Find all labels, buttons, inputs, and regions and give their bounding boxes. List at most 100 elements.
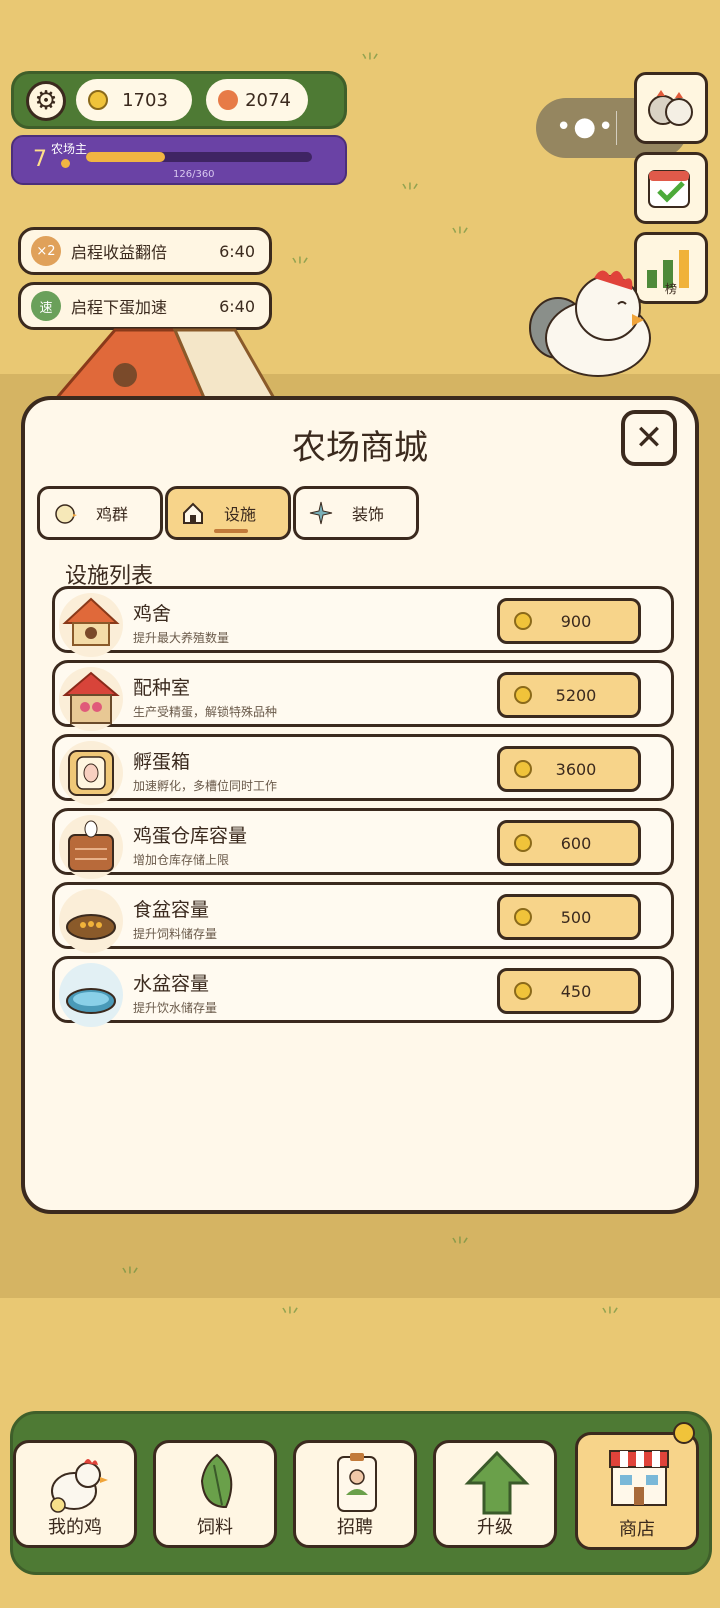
- buy-button[interactable]: 900: [497, 598, 641, 644]
- grass-icon: ⺌: [450, 224, 470, 248]
- farm-house-roof: [55, 328, 277, 400]
- level-title: 农场主: [51, 142, 88, 156]
- coop-icon: [59, 593, 123, 657]
- tab-active-indicator: [214, 529, 248, 533]
- nav-recruit[interactable]: 招聘: [293, 1440, 417, 1548]
- item-name: 配种室: [133, 677, 191, 699]
- item-price: 900: [560, 611, 592, 631]
- grass-icon: ⺌: [400, 180, 420, 204]
- item-description: 提升最大养殖数量: [133, 631, 230, 645]
- gem-icon: [218, 90, 238, 110]
- grass-icon: ⺌: [450, 1234, 470, 1258]
- water-bowl-icon: [59, 963, 123, 1027]
- xp-text: 126/360: [173, 169, 215, 180]
- item-description: 生产受精蛋，解锁特殊品种: [133, 705, 278, 719]
- ranking-label: 榜: [664, 282, 677, 296]
- chicken-icon: [50, 1459, 108, 1513]
- nav-label: 我的鸡: [48, 1517, 102, 1538]
- bottom-navigation: 我的鸡 饲料 招聘 升级 商店: [10, 1411, 712, 1575]
- item-price: 500: [560, 907, 592, 927]
- coin-icon: [88, 90, 108, 110]
- item-description: 增加仓库存储上限: [133, 853, 230, 867]
- tab-decorations[interactable]: 装饰: [293, 486, 419, 540]
- level-marker-dot: [61, 159, 70, 168]
- checkin-button[interactable]: [634, 152, 708, 224]
- coin-icon: [514, 834, 532, 852]
- nav-label: 商店: [619, 1519, 655, 1540]
- nav-label: 招聘: [337, 1517, 373, 1538]
- nav-label: 饲料: [197, 1517, 233, 1538]
- buff-label: 启程收益翻倍: [71, 243, 168, 262]
- tab-label: 设施: [223, 505, 256, 524]
- speed-icon: 速: [31, 291, 61, 321]
- gem-counter: 2074: [206, 79, 308, 121]
- coin-icon: [514, 908, 532, 926]
- up-arrow-icon: [464, 1451, 530, 1515]
- incubator-icon: [59, 741, 123, 805]
- item-name: 食盆容量: [133, 899, 210, 921]
- coin-icon: [514, 982, 532, 1000]
- double-income-icon: ×2: [31, 236, 61, 266]
- nav-my-chickens[interactable]: 我的鸡: [13, 1440, 137, 1548]
- calendar-check-icon: [648, 170, 690, 208]
- capsule-divider: [616, 111, 617, 145]
- grass-icon: ⺌: [280, 1304, 300, 1328]
- shop-item-coop: 鸡舍 提升最大养殖数量 900: [52, 586, 674, 657]
- item-description: 加速孵化，多槽位同时工作: [133, 779, 278, 793]
- buff-timer: 6:40: [219, 241, 255, 261]
- tab-facilities[interactable]: 设施: [165, 486, 291, 540]
- item-price: 450: [560, 981, 592, 1001]
- level-bar[interactable]: 7 农场主 126/360: [11, 135, 347, 185]
- coin-counter: 1703: [76, 79, 192, 121]
- chicken-icon: [529, 270, 651, 377]
- house-icon: [180, 500, 206, 526]
- buy-button[interactable]: 3600: [497, 746, 641, 792]
- coin-amount: 1703: [122, 89, 168, 111]
- nav-feed[interactable]: 饲料: [153, 1440, 277, 1548]
- chicken-group-button[interactable]: [634, 72, 708, 144]
- item-name: 鸡蛋仓库容量: [133, 825, 248, 847]
- more-icon[interactable]: •●•: [556, 112, 615, 142]
- buff-timer: 6:40: [219, 296, 255, 316]
- coin-icon: [514, 612, 532, 630]
- buff-double-income[interactable]: ×2 启程收益翻倍 6:40: [18, 227, 272, 275]
- buy-button[interactable]: 450: [497, 968, 641, 1014]
- xp-progress-fill: [86, 152, 166, 162]
- item-name: 孵蛋箱: [133, 751, 191, 773]
- settings-gear-icon[interactable]: ⚙: [26, 81, 66, 121]
- tab-label: 装饰: [351, 505, 384, 524]
- nav-upgrade[interactable]: 升级: [433, 1440, 557, 1548]
- nav-store[interactable]: 商店: [575, 1432, 699, 1550]
- shop-modal: 农场商城 ✕ 鸡群 设施 装饰 设施列表 鸡舍 提升最大养殖数量 900 配种室: [21, 396, 699, 1214]
- buy-button[interactable]: 5200: [497, 672, 641, 718]
- chicken-group-icon: [648, 90, 693, 126]
- grass-icon: ⺌: [360, 50, 380, 74]
- buy-button[interactable]: 600: [497, 820, 641, 866]
- close-icon[interactable]: ✕: [621, 410, 677, 466]
- leaf-icon: [200, 1453, 233, 1509]
- grass-icon: ⺌: [600, 1304, 620, 1328]
- buff-label: 启程下蛋加速: [71, 298, 168, 317]
- nav-label: 升级: [477, 1517, 513, 1538]
- coin-icon: [514, 760, 532, 778]
- resource-bar: ⚙ 1703 2074: [11, 71, 347, 129]
- item-name: 鸡舍: [133, 603, 172, 625]
- xp-progress-track: [86, 152, 312, 162]
- modal-title: 农场商城: [292, 428, 428, 468]
- shop-item-breeding-room: 配种室 生产受精蛋，解锁特殊品种 5200: [52, 660, 674, 731]
- item-price: 5200: [555, 685, 597, 705]
- store-icon: [609, 1450, 669, 1506]
- shop-item-water-bowl: 水盆容量 提升饮水储存量 450: [52, 956, 674, 1027]
- chick-icon: [52, 500, 78, 526]
- buy-button[interactable]: 500: [497, 894, 641, 940]
- coin-icon: [514, 686, 532, 704]
- item-description: 提升饲料储存量: [133, 927, 218, 941]
- store-coin-badge-icon: [673, 1422, 695, 1444]
- item-price: 3600: [555, 759, 597, 779]
- grass-icon: ⺌: [290, 254, 310, 278]
- sparkle-icon: [308, 500, 334, 526]
- tab-chickens[interactable]: 鸡群: [37, 486, 163, 540]
- item-price: 600: [560, 833, 592, 853]
- gem-amount: 2074: [245, 89, 291, 111]
- badge-icon: [337, 1453, 377, 1512]
